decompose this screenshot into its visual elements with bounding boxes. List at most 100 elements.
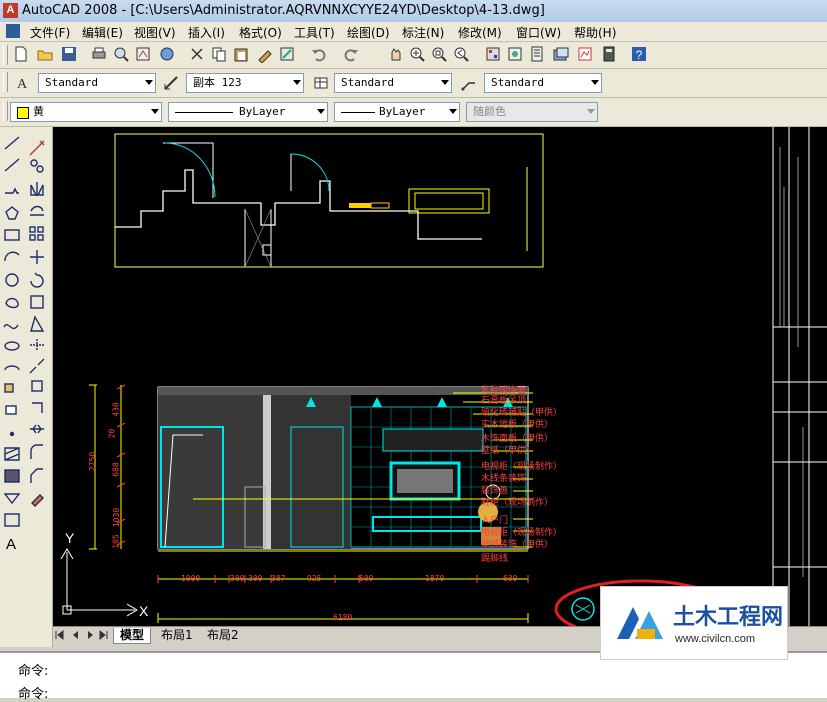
color-control-select[interactable]: 黄	[10, 102, 162, 122]
menu-view[interactable]: 视图(V)	[134, 24, 176, 41]
cut-icon[interactable]	[188, 45, 206, 63]
copy-object-icon[interactable]	[36, 165, 44, 173]
toolbar-grip[interactable]	[3, 45, 8, 65]
menu-edit[interactable]: 编辑(E)	[82, 24, 123, 41]
construction-line-icon[interactable]	[4, 158, 20, 172]
previous-tab-icon[interactable]	[73, 631, 78, 639]
quickcalc-icon[interactable]	[600, 45, 618, 63]
extend-icon[interactable]	[29, 358, 45, 374]
3d-dwf-icon[interactable]	[158, 45, 176, 63]
menu-help[interactable]: 帮助(H)	[574, 24, 616, 41]
move-icon[interactable]	[30, 250, 44, 264]
command-prompt-line[interactable]: 命令:	[18, 683, 48, 702]
erase-icon[interactable]	[29, 140, 45, 156]
stretch-icon[interactable]	[30, 315, 45, 332]
rectangle-icon[interactable]	[4, 229, 20, 241]
scale-icon[interactable]	[30, 295, 44, 309]
print-icon[interactable]	[90, 45, 108, 63]
properties-icon[interactable]	[484, 45, 502, 63]
markup-set-icon[interactable]	[576, 45, 594, 63]
pan-icon[interactable]	[386, 45, 404, 63]
multiline-text-icon[interactable]: A	[6, 536, 16, 553]
table-icon[interactable]	[4, 513, 20, 527]
redo-icon[interactable]	[342, 45, 360, 63]
tab-layout1[interactable]: 布局1	[155, 628, 199, 643]
text-style-icon[interactable]: A	[14, 74, 32, 92]
last-tab-icon[interactable]	[99, 629, 108, 641]
line-icon[interactable]	[4, 136, 20, 150]
arc-icon[interactable]	[4, 251, 20, 262]
linetype-control-select[interactable]: ByLayer	[168, 102, 328, 122]
ellipse-icon[interactable]	[4, 341, 20, 351]
menu-draw[interactable]: 绘图(D)	[347, 24, 390, 41]
ellipse-arc-icon[interactable]	[4, 365, 20, 371]
revision-cloud-icon[interactable]	[5, 297, 19, 309]
document-menu-icon[interactable]	[6, 24, 20, 38]
match-properties-icon[interactable]	[256, 45, 274, 63]
menu-insert[interactable]: 插入(I)	[188, 24, 225, 41]
spline-icon[interactable]	[3, 324, 19, 330]
undo-icon[interactable]	[310, 45, 328, 63]
gradient-icon[interactable]	[4, 469, 20, 483]
autocad-app-icon[interactable]: A	[3, 3, 18, 18]
menu-modify[interactable]: 修改(M)	[458, 24, 502, 41]
menu-format[interactable]: 格式(O)	[239, 24, 282, 41]
plot-preview-icon[interactable]	[112, 45, 130, 63]
dimension-style-select[interactable]: 副本 123	[186, 73, 304, 93]
break-at-point-icon[interactable]	[31, 380, 43, 392]
break-icon[interactable]	[32, 402, 43, 413]
rotate-icon[interactable]	[30, 272, 44, 288]
open-icon[interactable]	[36, 45, 54, 63]
region-icon[interactable]	[3, 493, 21, 505]
explode-icon[interactable]	[31, 494, 44, 507]
block-editor-icon[interactable]	[278, 45, 296, 63]
zoom-window-icon[interactable]	[430, 45, 448, 63]
point-icon[interactable]	[9, 431, 15, 437]
new-icon[interactable]	[12, 45, 30, 63]
insert-block-icon[interactable]	[4, 383, 14, 393]
drawing-canvas[interactable]: 乳胶漆饰面 石膏板吊顶 玻化砖铺贴（甲供） 实木地板（甲供） 木饰面板（甲供） …	[53, 127, 827, 626]
menu-file[interactable]: 文件(F)	[30, 24, 70, 41]
trim-icon[interactable]	[30, 339, 44, 351]
paste-icon[interactable]	[232, 45, 250, 63]
dimension-style-icon[interactable]	[162, 74, 180, 92]
multileader-style-icon[interactable]	[460, 74, 478, 92]
toolbar-grip[interactable]	[3, 72, 8, 92]
first-tab-icon[interactable]	[55, 629, 64, 641]
array-icon[interactable]	[37, 234, 44, 241]
make-block-icon[interactable]	[5, 405, 17, 415]
tab-layout2[interactable]: 布局2	[201, 628, 245, 643]
mirror-icon[interactable]	[30, 182, 44, 196]
fillet-icon[interactable]	[30, 468, 43, 483]
tool-palettes-icon[interactable]	[528, 45, 546, 63]
tab-navigation-arrows[interactable]	[55, 629, 111, 641]
next-tab-icon[interactable]	[88, 631, 93, 639]
toolbar-grip[interactable]	[3, 101, 8, 121]
zoom-previous-icon[interactable]	[452, 45, 470, 63]
zoom-realtime-icon[interactable]	[408, 45, 426, 63]
polyline-icon[interactable]	[5, 187, 19, 194]
circle-icon[interactable]	[5, 273, 19, 287]
wall-elevation-view	[157, 386, 529, 552]
text-style-select[interactable]: Standard	[38, 73, 156, 93]
publish-icon[interactable]	[134, 45, 152, 63]
tab-model[interactable]: 模型	[113, 628, 152, 644]
chamfer-icon[interactable]	[30, 444, 43, 459]
sheet-set-icon[interactable]	[552, 45, 570, 63]
save-icon[interactable]	[60, 45, 78, 63]
offset-icon[interactable]	[30, 205, 44, 216]
copy-icon[interactable]	[210, 45, 228, 63]
multileader-style-select[interactable]: Standard	[484, 73, 602, 93]
design-center-icon[interactable]	[506, 45, 524, 63]
lineweight-control-select[interactable]: ByLayer	[334, 102, 460, 122]
polygon-icon[interactable]	[5, 206, 19, 220]
table-style-icon[interactable]	[312, 74, 330, 92]
menu-dimension[interactable]: 标注(N)	[402, 24, 444, 41]
menu-tools[interactable]: 工具(T)	[294, 24, 335, 41]
standard-toolbar: ?	[0, 42, 827, 69]
table-style-select[interactable]: Standard	[334, 73, 452, 93]
menu-window[interactable]: 窗口(W)	[516, 24, 561, 41]
help-icon[interactable]: ?	[630, 45, 648, 63]
join-icon[interactable]	[30, 424, 44, 434]
hatch-icon[interactable]	[4, 447, 20, 461]
